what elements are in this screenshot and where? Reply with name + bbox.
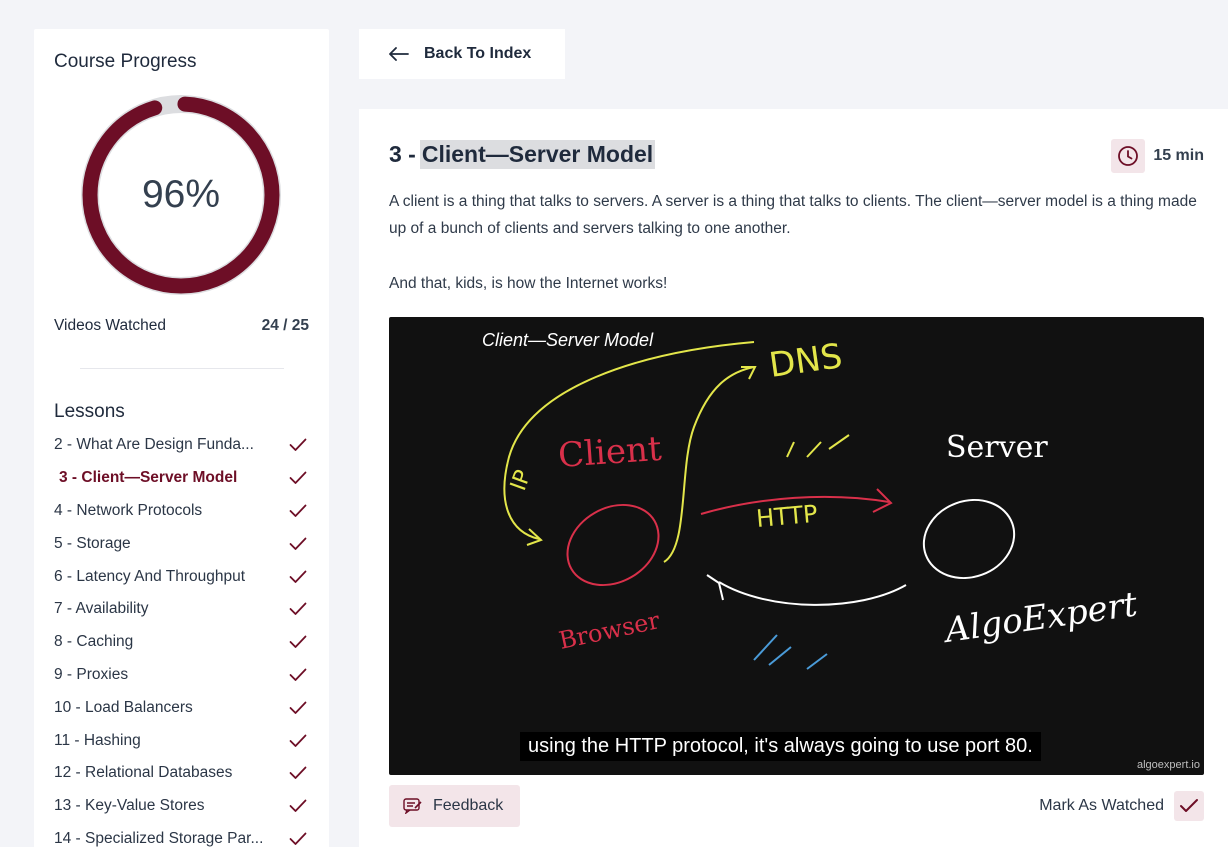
lesson-duration: 15 min (1111, 139, 1204, 173)
whiteboard-drawing: Client—Server Model DNS IP Client Server… (482, 330, 1140, 670)
server-circle (922, 498, 1016, 580)
lesson-title-text: Client—Server Model (419, 140, 656, 169)
yellow-ticks (786, 434, 850, 458)
check-icon (289, 438, 307, 452)
sidebar-lesson-item[interactable]: 3 - Client—Server Model (54, 462, 311, 495)
sidebar-lesson-item[interactable]: 12 - Relational Databases (54, 757, 311, 790)
check-icon (1180, 799, 1198, 812)
video-watermark: algoexpert.io (1137, 759, 1200, 771)
back-to-index-button[interactable]: Back To Index (359, 29, 565, 79)
lesson-label: 7 - Availability (54, 600, 149, 618)
check-icon (289, 471, 307, 485)
lesson-label: 12 - Relational Databases (54, 764, 233, 782)
lesson-description: A client is a thing that talks to server… (389, 188, 1204, 297)
check-icon (289, 832, 307, 845)
progress-ring: 96% (81, 95, 281, 295)
course-progress-sidebar: Course Progress 96% Videos Watched 24 / … (34, 29, 329, 847)
check-icon (289, 799, 307, 813)
back-to-index-label: Back To Index (424, 45, 532, 62)
feedback-button[interactable]: Feedback (389, 785, 520, 827)
lesson-card: 3 - Client—Server Model 15 min A client … (359, 109, 1228, 847)
board-label-algoexpert: AlgoExpert (940, 584, 1140, 651)
board-label-dns: DNS (767, 336, 845, 386)
board-label-ip: IP (506, 467, 536, 494)
sidebar-lesson-item[interactable]: 11 - Hashing (54, 724, 311, 757)
sidebar-lesson-item[interactable]: 7 - Availability (54, 593, 311, 626)
videos-watched-row: Videos Watched 24 / 25 (54, 317, 309, 335)
videos-watched-label: Videos Watched (54, 317, 167, 334)
lesson-label: 8 - Caching (54, 633, 134, 651)
sidebar-lesson-item[interactable]: 2 - What Are Design Funda... (54, 429, 311, 462)
board-label-browser: Browser (556, 606, 662, 655)
duration-text: 15 min (1153, 147, 1204, 164)
board-title: Client—Server Model (482, 330, 654, 350)
check-icon (289, 766, 307, 780)
sidebar-title: Course Progress (54, 51, 197, 72)
sidebar-lesson-item[interactable]: 5 - Storage (54, 527, 311, 560)
sidebar-lesson-item[interactable]: 8 - Caching (54, 626, 311, 659)
board-label-server: Server (946, 430, 1048, 465)
check-icon (289, 668, 307, 681)
sidebar-lesson-item[interactable]: 6 - Latency And Throughput (54, 560, 311, 593)
lesson-title: 3 - Client—Server Model (389, 140, 656, 169)
description-paragraph: A client is a thing that talks to server… (389, 193, 1197, 237)
response-arrow (718, 581, 907, 606)
lessons-heading: Lessons (54, 401, 125, 422)
lesson-label: 6 - Latency And Throughput (54, 567, 246, 585)
videos-watched-count: 24 / 25 (261, 317, 309, 334)
response-arrowhead (706, 574, 724, 601)
check-icon (289, 537, 307, 550)
sidebar-lesson-item[interactable]: 13 - Key-Value Stores (54, 790, 311, 823)
lesson-label: 4 - Network Protocols (54, 501, 203, 519)
divider (80, 368, 284, 369)
clock-icon (1111, 139, 1146, 173)
board-label-client: Client (557, 429, 663, 476)
mark-as-watched: Mark As Watched (1039, 791, 1204, 821)
mark-as-watched-label: Mark As Watched (1039, 797, 1164, 814)
lesson-label: 3 - Client—Server Model (59, 469, 238, 487)
dns-arrow (663, 366, 755, 563)
progress-percent: 96% (141, 173, 221, 216)
lesson-label: 5 - Storage (54, 534, 131, 552)
check-icon (289, 602, 307, 616)
sidebar-lesson-item[interactable]: 10 - Load Balancers (54, 691, 311, 724)
board-label-http: HTTP (755, 500, 819, 533)
description-paragraph: And that, kids, is how the Internet work… (389, 275, 668, 292)
check-icon (289, 570, 307, 583)
arrow-left-icon (389, 47, 409, 61)
feedback-icon (403, 798, 422, 814)
check-icon (289, 701, 307, 714)
check-icon (289, 734, 307, 747)
sidebar-lesson-item[interactable]: 4 - Network Protocols (54, 495, 311, 528)
sidebar-lesson-item[interactable]: 14 - Specialized Storage Par... (54, 823, 311, 847)
lesson-number: 3 - (389, 141, 416, 167)
feedback-label: Feedback (433, 797, 504, 814)
check-icon (289, 504, 307, 517)
client-circle (566, 503, 660, 587)
lesson-label: 13 - Key-Value Stores (54, 797, 205, 815)
lesson-label: 10 - Load Balancers (54, 698, 193, 716)
check-icon (289, 635, 307, 649)
lessons-list: 2 - What Are Design Funda... 3 - Client—S… (54, 429, 311, 847)
lesson-label: 11 - Hashing (54, 731, 141, 749)
video-player[interactable]: Client—Server Model DNS IP Client Server… (389, 317, 1204, 775)
lesson-label: 14 - Specialized Storage Par... (54, 829, 264, 847)
blue-ticks (753, 634, 828, 670)
lesson-label: 9 - Proxies (54, 665, 129, 683)
sidebar-lesson-item[interactable]: 9 - Proxies (54, 659, 311, 692)
mark-as-watched-checkbox[interactable] (1174, 791, 1204, 821)
video-caption: using the HTTP protocol, it's always goi… (520, 732, 1041, 761)
lesson-label: 2 - What Are Design Funda... (54, 436, 254, 454)
